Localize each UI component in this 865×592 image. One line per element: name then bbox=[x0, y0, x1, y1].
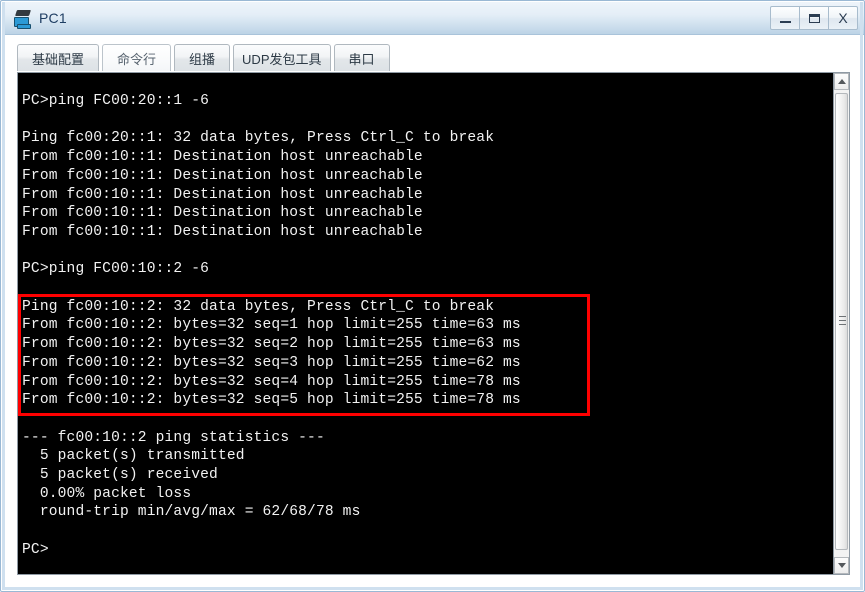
pc1-window: PC1 X 基础配置 命令行 组播 UDP发包工具 串口 PC>ping FC0… bbox=[0, 0, 865, 592]
tab-serial-port[interactable]: 串口 bbox=[333, 44, 390, 71]
scroll-down-arrow-icon[interactable] bbox=[834, 557, 849, 574]
scroll-up-arrow-icon[interactable] bbox=[834, 73, 849, 90]
terminal-scrollbar[interactable] bbox=[833, 73, 849, 574]
tab-command-line[interactable]: 命令行 bbox=[102, 44, 172, 71]
close-icon: X bbox=[838, 10, 848, 26]
tab-label: 组播 bbox=[189, 51, 216, 67]
tab-label: 命令行 bbox=[117, 51, 157, 67]
maximize-button[interactable] bbox=[799, 6, 829, 30]
pc-device-icon bbox=[12, 8, 32, 29]
minimize-icon bbox=[779, 20, 791, 23]
triangle-down-icon bbox=[837, 563, 846, 568]
minimize-button[interactable] bbox=[770, 6, 800, 30]
terminal-text: PC>ping FC00:20::1 -6 Ping fc00:20::1: 3… bbox=[22, 93, 521, 558]
tab-multicast[interactable]: 组播 bbox=[174, 44, 231, 71]
tab-udp-packet-tool[interactable]: UDP发包工具 bbox=[233, 44, 331, 71]
tab-basic-config[interactable]: 基础配置 bbox=[17, 44, 100, 71]
window-controls: X bbox=[770, 6, 858, 30]
triangle-up-icon bbox=[837, 79, 846, 84]
tab-label: 串口 bbox=[348, 51, 375, 67]
scroll-thumb[interactable] bbox=[835, 93, 848, 550]
window-title: PC1 bbox=[39, 10, 67, 26]
terminal-output[interactable]: PC>ping FC00:20::1 -6 Ping fc00:20::1: 3… bbox=[18, 73, 834, 574]
maximize-icon bbox=[808, 13, 820, 23]
tab-label: 基础配置 bbox=[32, 51, 85, 67]
title-bar: PC1 X bbox=[2, 2, 864, 35]
tab-bar: 基础配置 命令行 组播 UDP发包工具 串口 bbox=[17, 43, 393, 71]
scroll-grip-icon bbox=[839, 316, 846, 325]
close-button[interactable]: X bbox=[828, 6, 858, 30]
tab-label: UDP发包工具 bbox=[242, 51, 322, 67]
command-line-panel: PC>ping FC00:20::1 -6 Ping fc00:20::1: 3… bbox=[17, 72, 850, 575]
